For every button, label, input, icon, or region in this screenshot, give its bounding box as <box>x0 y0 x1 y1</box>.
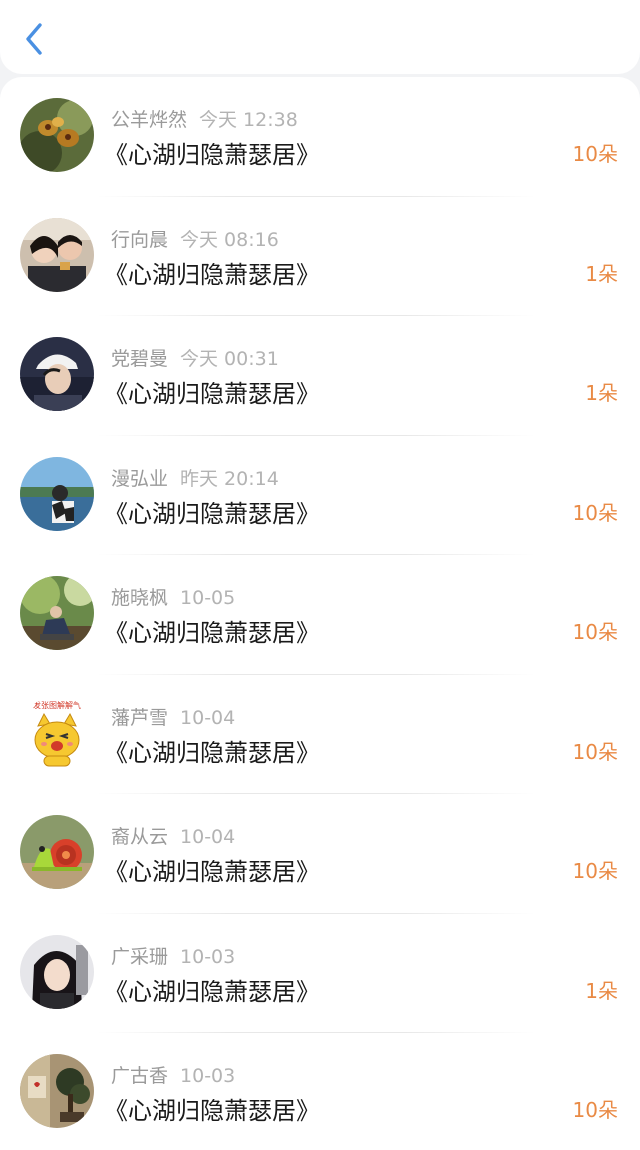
flower-count: 10朵 <box>572 739 618 764</box>
avatar[interactable] <box>20 217 94 292</box>
list-item[interactable]: 漫弘业 昨天 20:14 《心湖归隐萧瑟居》 10朵 <box>0 436 640 555</box>
sender-info: 漫弘业 昨天 20:14 <box>111 464 279 491</box>
sender-name: 行向晨 <box>111 228 169 251</box>
timestamp: 今天 12:38 <box>199 109 298 131</box>
work-title: 《心湖归隐萧瑟居》 <box>104 619 320 647</box>
list-item[interactable]: 发张图解解气 藩芦雪 10-04 《心湖归隐萧瑟居》 10朵 <box>0 675 640 794</box>
sender-name: 党碧曼 <box>111 348 169 370</box>
avatar[interactable] <box>20 337 94 411</box>
sender-info: 公羊烨然 今天 12:38 <box>111 105 298 132</box>
list-item[interactable]: 施晓枫 10-05 《心湖归隐萧瑟居》 10朵 <box>0 555 640 675</box>
flower-count: 1朵 <box>585 978 618 1003</box>
sender-name: 裔从云 <box>111 826 169 848</box>
sender-name: 漫弘业 <box>111 467 169 490</box>
gift-list: 公羊烨然 今天 12:38 《心湖归隐萧瑟居》 10朵 行向晨 今天 08:16 《… <box>0 77 640 1150</box>
work-title: 《心湖归隐萧瑟居》 <box>104 858 320 886</box>
work-title: 《心湖归隐萧瑟居》 <box>104 738 320 767</box>
list-item[interactable]: 党碧曼 今天 00:31 《心湖归隐萧瑟居》 1朵 <box>0 316 640 436</box>
list-item[interactable]: 广采珊 10-03 《心湖归隐萧瑟居》 1朵 <box>0 914 640 1033</box>
avatar[interactable] <box>20 576 94 650</box>
top-bar <box>0 0 640 74</box>
flower-count: 10朵 <box>572 1098 618 1122</box>
flower-count: 10朵 <box>572 142 618 166</box>
sender-name: 藩芦雪 <box>111 706 169 729</box>
svg-text:发张图解解气: 发张图解解气 <box>33 700 81 710</box>
timestamp: 10-05 <box>180 587 236 609</box>
sender-info: 裔从云 10-04 <box>111 822 235 849</box>
back-button[interactable] <box>14 16 54 62</box>
sender-info: 行向晨 今天 08:16 <box>111 225 279 252</box>
avatar[interactable] <box>20 1054 94 1128</box>
sender-info: 藩芦雪 10-04 <box>111 703 235 730</box>
list-item[interactable]: 裔从云 10-04 《心湖归隐萧瑟居》 10朵 <box>0 794 640 914</box>
timestamp: 10-04 <box>180 706 236 729</box>
sender-info: 广古香 10-03 <box>111 1061 235 1088</box>
timestamp: 10-04 <box>180 826 236 848</box>
sender-info: 党碧曼 今天 00:31 <box>111 344 279 371</box>
avatar[interactable] <box>20 815 94 889</box>
list-item[interactable]: 行向晨 今天 08:16 《心湖归隐萧瑟居》 1朵 <box>0 197 640 316</box>
flower-count: 10朵 <box>572 620 618 644</box>
sender-name: 广采珊 <box>111 945 169 968</box>
timestamp: 10-03 <box>180 945 236 968</box>
avatar[interactable] <box>20 934 94 1009</box>
sender-name: 广古香 <box>111 1065 169 1087</box>
work-title: 《心湖归隐萧瑟居》 <box>104 499 320 528</box>
list-item[interactable]: 广古香 10-03 《心湖归隐萧瑟居》 10朵 <box>0 1033 640 1150</box>
work-title: 《心湖归隐萧瑟居》 <box>104 260 320 289</box>
sender-info: 广采珊 10-03 <box>111 942 235 969</box>
avatar[interactable]: 发张图解解气 <box>20 695 94 770</box>
timestamp: 今天 08:16 <box>180 228 279 251</box>
sender-name: 公羊烨然 <box>111 109 188 131</box>
timestamp: 10-03 <box>180 1065 236 1087</box>
flower-count: 10朵 <box>572 500 618 525</box>
list-item[interactable]: 公羊烨然 今天 12:38 《心湖归隐萧瑟居》 10朵 <box>0 77 640 197</box>
sender-name: 施晓枫 <box>111 587 169 609</box>
flower-count: 10朵 <box>572 859 618 883</box>
chevron-left-icon <box>26 23 42 55</box>
work-title: 《心湖归隐萧瑟居》 <box>104 1097 320 1125</box>
work-title: 《心湖归隐萧瑟居》 <box>104 380 320 408</box>
work-title: 《心湖归隐萧瑟居》 <box>104 141 320 169</box>
timestamp: 今天 00:31 <box>180 348 279 370</box>
flower-count: 1朵 <box>585 261 618 286</box>
flower-count: 1朵 <box>585 381 618 405</box>
avatar[interactable] <box>20 98 94 172</box>
avatar[interactable] <box>20 456 94 531</box>
timestamp: 昨天 20:14 <box>180 467 279 490</box>
sender-info: 施晓枫 10-05 <box>111 583 235 610</box>
work-title: 《心湖归隐萧瑟居》 <box>104 977 320 1006</box>
